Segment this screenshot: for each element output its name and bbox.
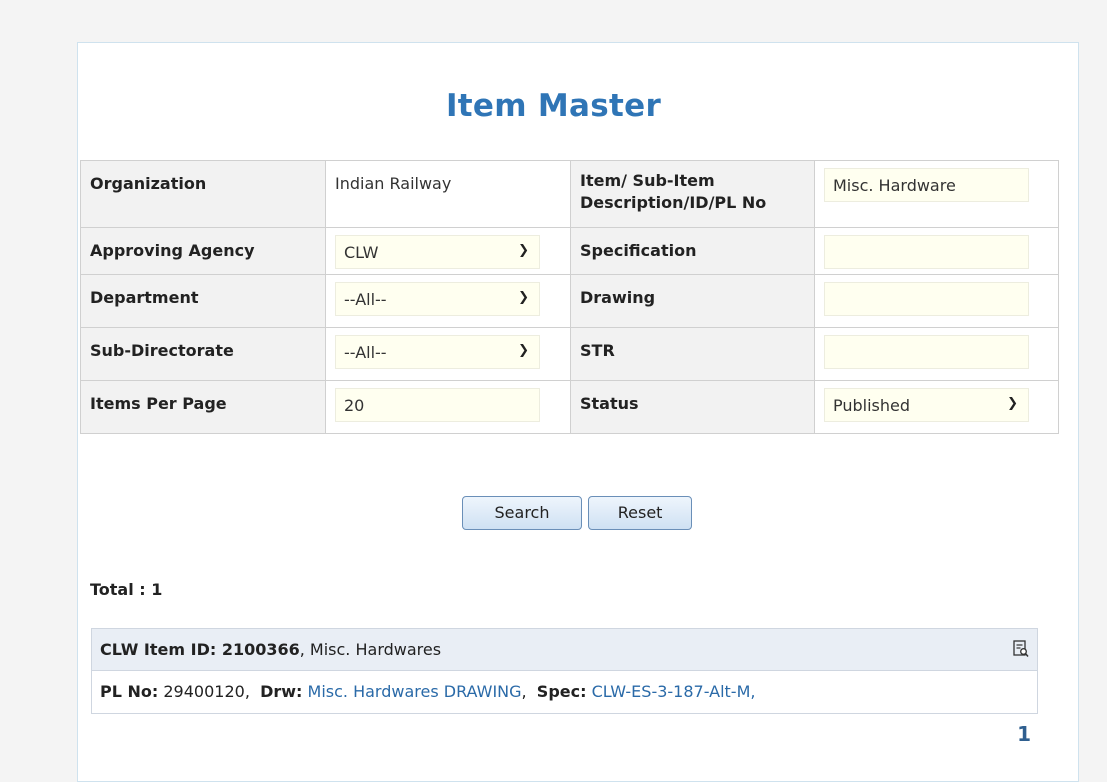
specification-input[interactable] [824,235,1029,269]
status-selected: Published [833,396,911,415]
approving-agency-select[interactable]: CLW ❯ [335,235,540,269]
sub-directorate-selected: --All-- [344,343,387,362]
result-header: CLW Item ID: 2100366, Misc. Hardwares [92,629,1037,671]
organization-label: Organization [80,160,326,228]
status-label: Status [570,380,815,434]
item-name: Misc. Hardwares [309,640,442,659]
item-id: CLW Item ID: 2100366 [100,640,300,659]
chevron-down-icon: ❯ [518,243,529,258]
form-actions: Search Reset [462,496,693,530]
pl-label: PL No: [100,682,159,701]
chevron-down-icon: ❯ [518,290,529,305]
items-per-page-label: Items Per Page [80,380,326,434]
search-button[interactable]: Search [462,496,582,530]
page-title: Item Master [445,88,662,124]
reset-button[interactable]: Reset [588,496,693,530]
chevron-down-icon: ❯ [1007,396,1018,411]
department-label: Department [80,274,326,328]
str-label: STR [570,327,815,381]
specification-link[interactable]: CLW-ES-3-187-Alt-M [592,682,751,701]
specification-label: Specification [570,227,815,275]
drawing-link[interactable]: Misc. Hardwares DRAWING [308,682,522,701]
results-total: Total : 1 [90,580,163,599]
result-card: CLW Item ID: 2100366, Misc. Hardwares PL… [91,628,1038,714]
status-select[interactable]: Published ❯ [824,388,1029,422]
sub-directorate-label: Sub-Directorate [80,327,326,381]
drawing-label: Drawing [570,274,815,328]
pl-value: 29400120 [163,682,245,701]
drw-label: Drw: [260,682,303,701]
chevron-down-icon: ❯ [518,343,529,358]
item-description-label: Item/ Sub-Item Description/ID/PL No [570,160,815,228]
str-input[interactable] [824,335,1029,369]
sub-directorate-select[interactable]: --All-- ❯ [335,335,540,369]
department-select[interactable]: --All-- ❯ [335,282,540,316]
search-form: Organization Indian Railway Item/ Sub-It… [80,160,1059,434]
department-selected: --All-- [344,290,387,309]
view-details-icon[interactable] [1013,640,1029,658]
pagination-current-page[interactable]: 1 [1017,722,1031,746]
approving-agency-label: Approving Agency [80,227,326,275]
items-per-page-input[interactable]: 20 [335,388,540,422]
spec-label: Spec: [536,682,587,701]
approving-agency-selected: CLW [344,243,379,262]
drawing-input[interactable] [824,282,1029,316]
item-description-input[interactable]: Misc. Hardware [824,168,1029,202]
organization-value: Indian Railway [325,160,571,228]
result-details: PL No: 29400120, Drw: Misc. Hardwares DR… [92,671,1037,713]
